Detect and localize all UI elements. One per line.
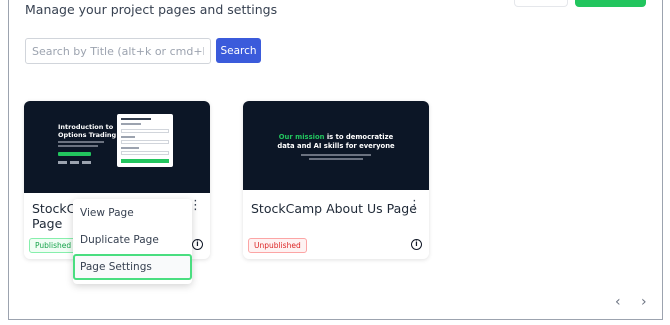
menu-item-page-settings[interactable]: Page Settings: [73, 254, 192, 280]
search-input[interactable]: [25, 38, 211, 64]
page-thumbnail[interactable]: Our mission is to democratize data and A…: [243, 101, 429, 190]
thumbnail-text-line: [301, 154, 371, 156]
pages-panel: Manage your project pages and settings S…: [8, 0, 663, 320]
search-button[interactable]: Search: [216, 38, 261, 63]
thumbnail-link: [70, 161, 79, 164]
kebab-menu-icon[interactable]: ⋮: [408, 199, 421, 212]
header-primary-button[interactable]: [575, 0, 646, 7]
page-card[interactable]: Our mission is to democratize data and A…: [243, 101, 429, 259]
chevron-right-icon[interactable]: ›: [641, 294, 647, 310]
thumbnail-heading: Our mission is to democratize: [278, 133, 394, 141]
thumbnail-link: [58, 161, 67, 164]
info-icon[interactable]: i: [411, 239, 422, 250]
thumbnail-cta: [58, 152, 91, 156]
page-thumbnail[interactable]: Introduction to Options Trading: [24, 101, 210, 193]
thumbnail-text-line: [58, 145, 98, 147]
status-badge: Unpublished: [248, 238, 307, 253]
menu-item-duplicate-page[interactable]: Duplicate Page: [73, 227, 192, 253]
thumbnail-text-line: [58, 141, 104, 143]
chevron-left-icon[interactable]: ‹: [615, 294, 621, 310]
info-icon[interactable]: i: [192, 239, 203, 250]
thumbnail-heading-line2: data and AI skills for everyone: [277, 142, 395, 150]
header-secondary-button[interactable]: [514, 0, 568, 7]
thumbnail-heading: Introduction to Options Trading: [58, 123, 117, 139]
thumbnail-link: [82, 161, 91, 164]
page-subtitle: Manage your project pages and settings: [25, 2, 278, 17]
card-title: StockCamp About Us Page: [251, 201, 417, 216]
thumbnail-form: [117, 114, 173, 167]
status-badge: Published: [29, 238, 78, 253]
card-context-menu: View Page Duplicate Page Page Settings: [73, 199, 192, 284]
menu-item-view-page[interactable]: View Page: [73, 200, 192, 226]
thumbnail-text-line: [309, 158, 363, 160]
